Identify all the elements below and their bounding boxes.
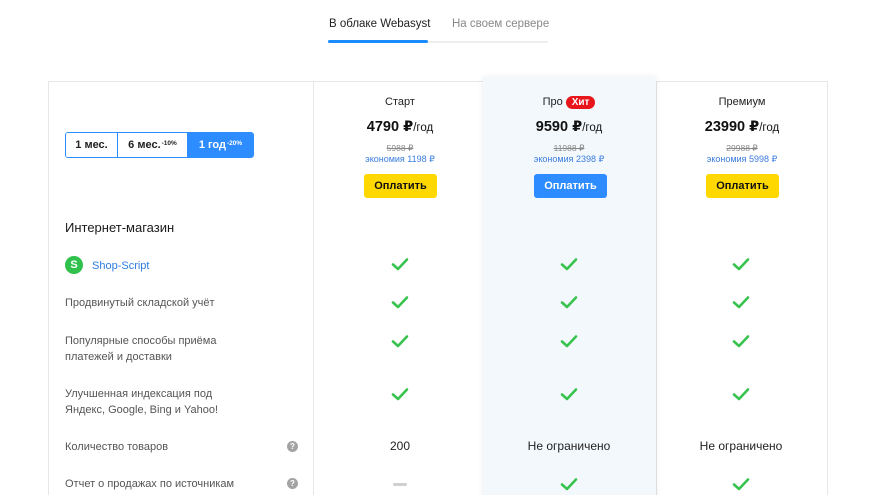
help-icon[interactable]: ?	[287, 441, 298, 452]
shop-script-icon: S	[65, 256, 83, 274]
check-icon	[560, 296, 578, 309]
tab-active-indicator	[328, 40, 428, 43]
check-icon	[560, 258, 578, 271]
feature-value: Не ограничено	[527, 439, 611, 453]
hosting-tabs: В облаке Webasyst На своем сервере	[0, 0, 880, 48]
price-value: 23990	[704, 119, 746, 135]
feature-label-payments: Популярные способы приёма платежей и дос…	[65, 333, 216, 365]
help-icon[interactable]: ?	[287, 478, 298, 489]
pay-button-start[interactable]: Оплатить	[364, 174, 437, 198]
plan-price: 9590 ₽/год	[483, 119, 655, 135]
period-label: 1 мес.	[75, 139, 108, 151]
price-value: 9590	[535, 119, 569, 135]
feature-value: Не ограничено	[699, 439, 783, 453]
check-icon	[391, 335, 409, 348]
check-icon	[391, 296, 409, 309]
savings: экономия 1198 ₽	[365, 154, 435, 164]
section-title: Интернет-магазин	[65, 220, 175, 235]
currency: ₽	[749, 119, 760, 135]
period-6-months[interactable]: 6 мес. -10%	[118, 133, 188, 157]
tab-cloud[interactable]: В облаке Webasyst	[329, 18, 430, 30]
check-icon	[732, 335, 750, 348]
pay-button-pro[interactable]: Оплатить	[534, 174, 607, 198]
period-1-year[interactable]: 1 год -20%	[188, 133, 253, 157]
savings: экономия 2398 ₽	[533, 154, 605, 164]
check-icon	[560, 388, 578, 401]
plan-name: Про Хит	[483, 96, 655, 109]
price-period: /год	[582, 122, 603, 134]
period-label: 1 год	[198, 139, 226, 151]
feature-label-seo: Улучшенная индексация под Яндекс, Google…	[65, 386, 218, 418]
old-price: 5988 ₽	[386, 143, 414, 153]
plan-name: Премиум	[718, 96, 766, 108]
billing-period-selector: 1 мес. 6 мес. -10% 1 год -20%	[65, 132, 254, 158]
tab-divider	[428, 41, 548, 43]
check-icon	[560, 478, 578, 491]
feature-label-products-count: Количество товаров	[65, 441, 169, 453]
old-price: 11988 ₽	[553, 143, 585, 153]
plan-price: 23990 ₽/год	[656, 119, 828, 135]
savings: экономия 5998 ₽	[706, 154, 778, 164]
feature-label-sales-report: Отчет о продажах по источникам	[65, 478, 235, 490]
dash-icon	[393, 483, 407, 486]
price-period: /год	[759, 122, 780, 134]
feature-label-shop-script[interactable]: Shop-Script	[92, 258, 149, 274]
check-icon	[391, 388, 409, 401]
feature-label-line: Улучшенная индексация под	[65, 388, 213, 400]
check-icon	[732, 478, 750, 491]
currency: ₽	[572, 119, 583, 135]
plan-name: Старт	[385, 96, 415, 108]
discount-badge: -10%	[161, 139, 177, 147]
plan-price: 4790 ₽/год	[314, 119, 486, 135]
check-icon	[391, 258, 409, 271]
feature-label-line: Яндекс, Google, Bing и Yahoo!	[65, 404, 219, 416]
check-icon	[732, 296, 750, 309]
feature-label-warehouse: Продвинутый складской учёт	[65, 297, 215, 309]
price-period: /год	[413, 122, 434, 134]
currency: ₽	[403, 119, 414, 135]
pro-plan-highlight	[483, 77, 656, 495]
check-icon	[732, 258, 750, 271]
feature-value: 200	[389, 439, 411, 453]
pay-button-premium[interactable]: Оплатить	[706, 174, 779, 198]
check-icon	[732, 388, 750, 401]
tab-own-server[interactable]: На своем сервере	[452, 18, 549, 30]
feature-label-line: Популярные способы приёма	[65, 335, 217, 347]
pricing-table: 1 мес. 6 мес. -10% 1 год -20% Старт 4790 ₽…	[48, 77, 828, 495]
old-price: 29988 ₽	[726, 143, 758, 153]
plan-name-label: Про	[542, 96, 563, 108]
price-value: 4790	[366, 119, 400, 135]
hit-badge: Хит	[565, 96, 596, 109]
period-label: 6 мес.	[128, 139, 161, 151]
period-1-month[interactable]: 1 мес.	[66, 133, 118, 157]
check-icon	[560, 335, 578, 348]
discount-badge: -20%	[226, 139, 243, 147]
feature-label-line: платежей и доставки	[65, 351, 172, 363]
